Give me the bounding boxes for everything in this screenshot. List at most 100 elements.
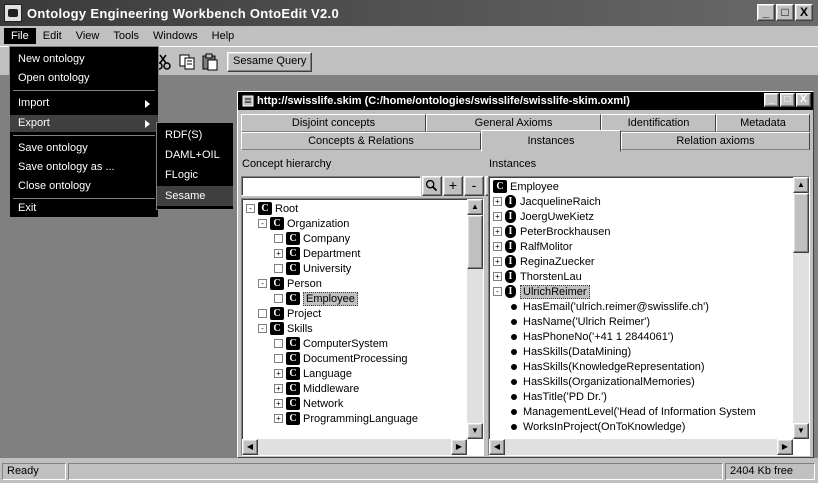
- instance-item[interactable]: + I JoergUweKietz: [493, 209, 594, 224]
- expand-icon[interactable]: +: [274, 384, 283, 393]
- collapse-icon[interactable]: -: [493, 287, 502, 296]
- collapse-icon[interactable]: -: [258, 324, 267, 333]
- menu-windows[interactable]: Windows: [146, 28, 205, 44]
- scroll-up-icon[interactable]: ▲: [467, 199, 483, 215]
- menu-new-ontology[interactable]: New ontology: [10, 51, 158, 68]
- expand-icon[interactable]: +: [493, 257, 502, 266]
- collapse-icon[interactable]: [274, 264, 283, 273]
- tree-node-department[interactable]: + C Department: [274, 246, 360, 261]
- tree-node-middleware[interactable]: + C Middleware: [274, 381, 359, 396]
- property-item[interactable]: HasSkills(KnowledgeRepresentation): [511, 359, 705, 374]
- collapse-icon[interactable]: -: [246, 204, 255, 213]
- scroll-down-icon[interactable]: ▼: [467, 423, 483, 439]
- instance-item[interactable]: + I ThorstenLau: [493, 269, 582, 284]
- tree-node-company[interactable]: C Company: [274, 231, 350, 246]
- expand-icon[interactable]: +: [274, 399, 283, 408]
- property-item[interactable]: HasName('Ulrich Reimer'): [511, 314, 650, 329]
- menu-save-ontology-as[interactable]: Save ontology as ...: [10, 159, 158, 176]
- menu-file[interactable]: File: [4, 28, 36, 44]
- tree-node-network[interactable]: + C Network: [274, 396, 343, 411]
- menu-tools[interactable]: Tools: [106, 28, 146, 44]
- tree-node-computersystem[interactable]: C ComputerSystem: [274, 336, 388, 351]
- menu-export-sesame[interactable]: Sesame: [157, 186, 233, 206]
- instance-item[interactable]: + I PeterBrockhausen: [493, 224, 611, 239]
- paste-icon[interactable]: [201, 53, 219, 71]
- tree-node-university[interactable]: C University: [274, 261, 351, 276]
- maximize-button[interactable]: □: [776, 4, 794, 21]
- menu-save-ontology[interactable]: Save ontology: [10, 140, 158, 157]
- scroll-thumb[interactable]: [467, 215, 483, 269]
- remove-concept-button[interactable]: -: [464, 176, 484, 196]
- instance-item[interactable]: + I JacquelineRaich: [493, 194, 601, 209]
- close-button[interactable]: X: [795, 4, 813, 21]
- instance-item[interactable]: + I ReginaZuecker: [493, 254, 595, 269]
- tab-concepts-relations[interactable]: Concepts & Relations: [241, 132, 481, 150]
- property-item[interactable]: HasSkills(OrganizationalMemories): [511, 374, 695, 389]
- tab-metadata[interactable]: Metadata: [716, 114, 810, 132]
- property-item[interactable]: ManagementLevel('Head of Information Sys…: [511, 404, 756, 419]
- expand-icon[interactable]: +: [493, 197, 502, 206]
- property-item[interactable]: HasPhoneNo('+41 1 2844061'): [511, 329, 674, 344]
- menu-help[interactable]: Help: [205, 28, 242, 44]
- expand-icon[interactable]: +: [493, 272, 502, 281]
- property-item[interactable]: HasEmail('ulrich.reimer@swisslife.ch'): [511, 299, 709, 314]
- collapse-icon[interactable]: [274, 294, 283, 303]
- property-item[interactable]: HasTitle('PD Dr.'): [511, 389, 607, 404]
- search-icon[interactable]: [422, 176, 442, 196]
- concept-search-input[interactable]: [241, 176, 421, 196]
- scroll-thumb[interactable]: [793, 193, 809, 253]
- concept-tree-vscroll[interactable]: ▲ ▼: [467, 199, 483, 439]
- copy-icon[interactable]: [178, 53, 196, 71]
- collapse-icon[interactable]: [274, 354, 283, 363]
- child-close-button[interactable]: X: [796, 93, 811, 107]
- child-minimize-button[interactable]: _: [764, 93, 779, 107]
- minimize-button[interactable]: _: [757, 4, 775, 21]
- menu-edit[interactable]: Edit: [36, 28, 69, 44]
- instance-item[interactable]: + I RalfMolitor: [493, 239, 573, 254]
- menu-exit[interactable]: Exit: [10, 200, 158, 217]
- tree-node-person[interactable]: - C Person: [258, 276, 322, 291]
- tab-relation-axioms[interactable]: Relation axioms: [621, 132, 810, 150]
- expand-icon[interactable]: +: [274, 249, 283, 258]
- tree-node-skills[interactable]: - C Skills: [258, 321, 313, 336]
- expand-icon[interactable]: +: [493, 242, 502, 251]
- menu-import[interactable]: Import: [10, 95, 158, 112]
- collapse-icon[interactable]: [274, 339, 283, 348]
- tab-instances[interactable]: Instances: [481, 130, 621, 152]
- tree-node-root[interactable]: - C Root: [246, 201, 298, 216]
- collapse-icon[interactable]: -: [258, 279, 267, 288]
- menu-view[interactable]: View: [69, 28, 107, 44]
- tab-disjoint-concepts[interactable]: Disjoint concepts: [241, 114, 426, 132]
- scroll-right-icon[interactable]: ▶: [777, 439, 793, 455]
- instances-vscroll[interactable]: ▲ ▼: [793, 177, 809, 439]
- collapse-icon[interactable]: -: [258, 219, 267, 228]
- menu-close-ontology[interactable]: Close ontology: [10, 178, 158, 195]
- scroll-up-icon[interactable]: ▲: [793, 177, 809, 193]
- collapse-icon[interactable]: [258, 309, 267, 318]
- menu-export[interactable]: Export: [10, 115, 158, 132]
- expand-icon[interactable]: +: [274, 369, 283, 378]
- scroll-right-icon[interactable]: ▶: [451, 439, 467, 455]
- child-maximize-button[interactable]: □: [780, 93, 795, 107]
- concept-tree-hscroll[interactable]: ◀ ▶: [242, 439, 467, 455]
- scroll-left-icon[interactable]: ◀: [242, 439, 258, 455]
- menu-export-rdfs[interactable]: RDF(S): [157, 125, 233, 145]
- expand-icon[interactable]: +: [493, 212, 502, 221]
- menu-export-daml-oil[interactable]: DAML+OIL: [157, 145, 233, 165]
- scroll-left-icon[interactable]: ◀: [489, 439, 505, 455]
- sesame-query-button[interactable]: Sesame Query: [227, 52, 313, 72]
- tree-node-project[interactable]: C Project: [258, 306, 321, 321]
- instances-hscroll[interactable]: ◀ ▶: [489, 439, 793, 455]
- menu-export-flogic[interactable]: FLogic: [157, 165, 233, 185]
- property-item[interactable]: WorksInProject(OnToKnowledge): [511, 419, 685, 434]
- property-item[interactable]: HasSkills(DataMining): [511, 344, 631, 359]
- instance-root-employee[interactable]: C Employee: [493, 179, 559, 194]
- tree-node-language[interactable]: + C Language: [274, 366, 352, 381]
- tree-node-organization[interactable]: - C Organization: [258, 216, 349, 231]
- instance-item-selected[interactable]: - I UlrichReimer: [493, 284, 590, 299]
- tree-node-employee[interactable]: C Employee: [274, 291, 358, 306]
- add-concept-button[interactable]: +: [443, 176, 463, 196]
- collapse-icon[interactable]: [274, 234, 283, 243]
- menu-open-ontology[interactable]: Open ontology: [10, 70, 158, 87]
- tree-node-documentprocessing[interactable]: C DocumentProcessing: [274, 351, 408, 366]
